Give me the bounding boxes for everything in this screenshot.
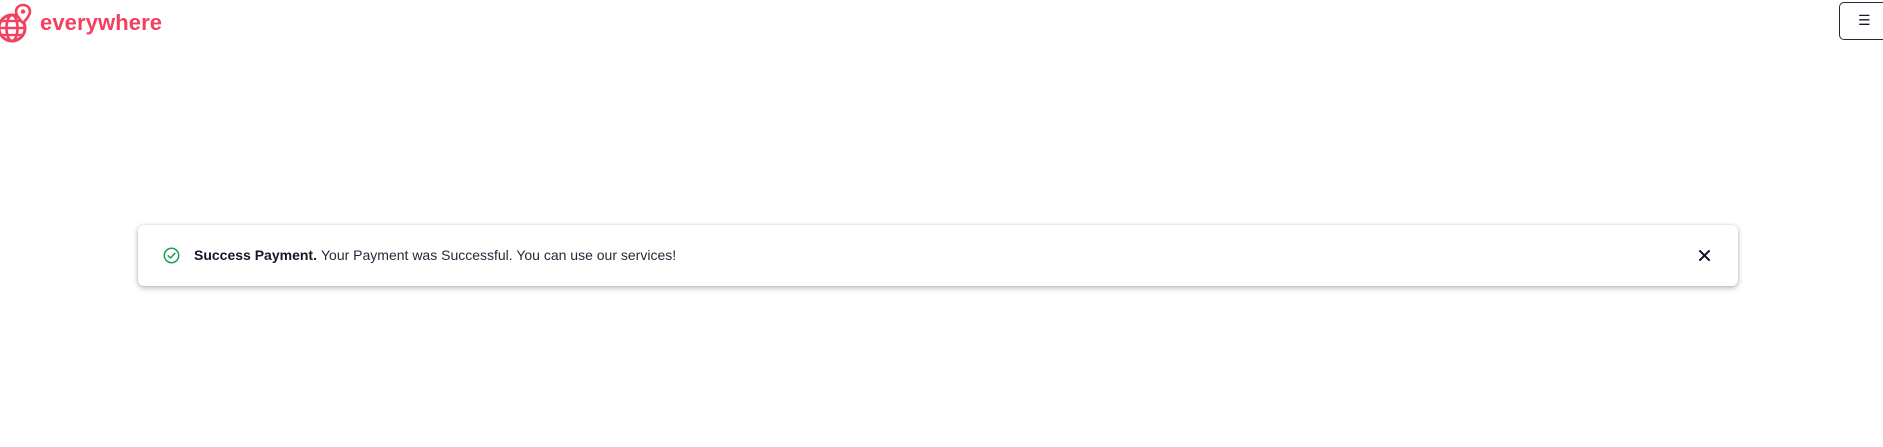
success-payment-alert: Success Payment. Your Payment was Succes…: [138, 225, 1738, 286]
close-icon: [1699, 250, 1710, 261]
alert-message: Your Payment was Successful. You can use…: [321, 247, 677, 263]
page: everywhere ☰ Success Payment. Your Payme…: [0, 0, 1883, 447]
alert-close-button[interactable]: [1696, 247, 1713, 264]
globe-pin-icon: [0, 3, 32, 45]
hamburger-menu-icon: ☰: [1858, 13, 1871, 29]
alert-title: Success Payment.: [194, 247, 317, 263]
brand-name: everywhere: [40, 10, 163, 35]
check-circle-icon: [163, 247, 180, 264]
top-navbar: everywhere ☰: [0, 0, 1883, 48]
menu-toggle-button[interactable]: ☰: [1839, 2, 1883, 40]
brand-home-link[interactable]: everywhere: [0, 3, 163, 45]
